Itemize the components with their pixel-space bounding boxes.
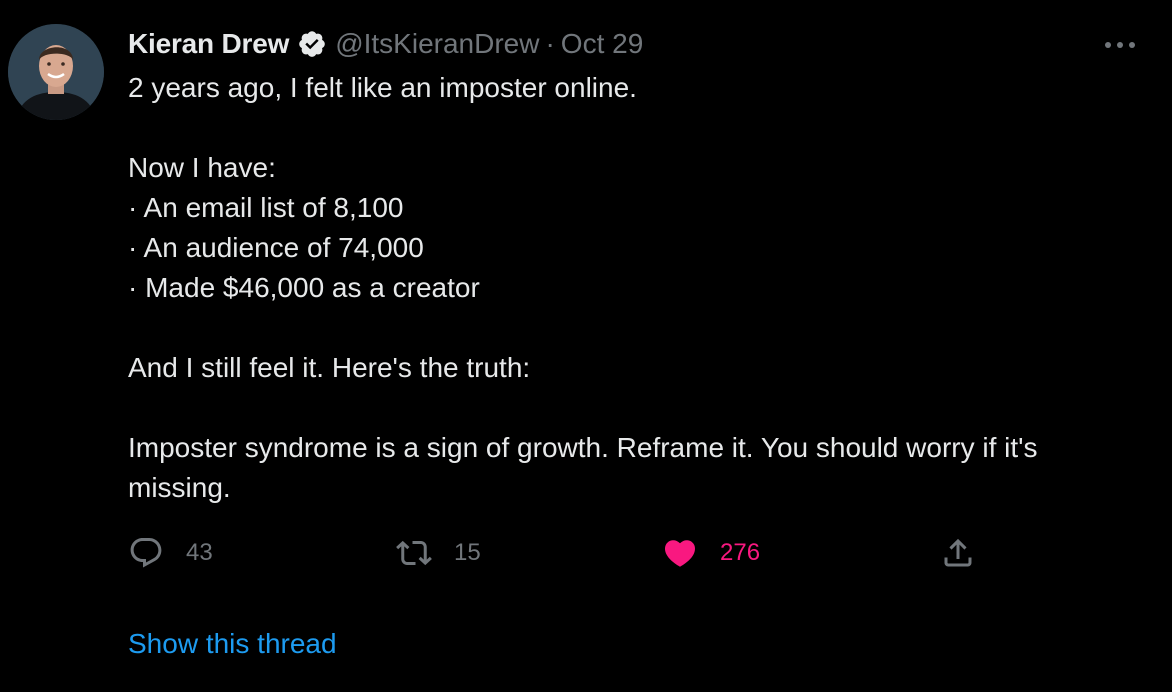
retweet-icon bbox=[396, 540, 432, 566]
retweet-count: 15 bbox=[454, 539, 481, 566]
like-button[interactable]: 276 bbox=[662, 530, 760, 576]
more-dots-icon bbox=[1105, 42, 1135, 48]
like-count: 276 bbox=[720, 539, 761, 566]
tweet-line: · An email list of 8,100 bbox=[128, 192, 404, 223]
tweet-body: 2 years ago, I felt like an imposter onl… bbox=[128, 68, 1138, 508]
share-button[interactable] bbox=[940, 530, 976, 576]
retweet-button[interactable]: 15 bbox=[396, 530, 481, 576]
tweet-header: Kieran Drew @ItsKieranDrew · Oct 29 bbox=[128, 26, 643, 62]
person-avatar-icon bbox=[8, 24, 104, 120]
reply-button[interactable]: 43 bbox=[128, 530, 213, 576]
verified-badge-icon bbox=[297, 29, 327, 59]
tweet-line: · Made $46,000 as a creator bbox=[128, 272, 480, 303]
meta-separator: · bbox=[545, 28, 555, 59]
tweet-card[interactable]: Kieran Drew @ItsKieranDrew · Oct 29 2 ye… bbox=[0, 0, 1172, 692]
show-thread-link[interactable]: Show this thread bbox=[128, 624, 337, 664]
author-avatar[interactable] bbox=[8, 24, 104, 120]
tweet-date[interactable]: Oct 29 bbox=[561, 28, 643, 60]
more-options-button[interactable] bbox=[1098, 28, 1142, 62]
tweet-line: Imposter syndrome is a sign of growth. R… bbox=[128, 432, 1038, 503]
tweet-line bbox=[128, 308, 1138, 348]
tweet-line: Now I have: bbox=[128, 152, 276, 183]
author-handle[interactable]: @ItsKieranDrew bbox=[335, 28, 539, 60]
reply-count: 43 bbox=[186, 539, 213, 566]
tweet-line: And I still feel it. Here's the truth: bbox=[128, 352, 531, 383]
tweet-line bbox=[128, 108, 1138, 148]
share-icon bbox=[944, 538, 972, 567]
tweet-line: · An audience of 74,000 bbox=[128, 232, 424, 263]
tweet-actions-bar: 43 15 276 bbox=[0, 530, 1172, 576]
author-display-name[interactable]: Kieran Drew bbox=[128, 28, 289, 60]
reply-icon bbox=[130, 538, 162, 568]
tweet-line: 2 years ago, I felt like an imposter onl… bbox=[128, 72, 637, 103]
heart-icon bbox=[664, 540, 696, 567]
tweet-line bbox=[128, 388, 1138, 428]
